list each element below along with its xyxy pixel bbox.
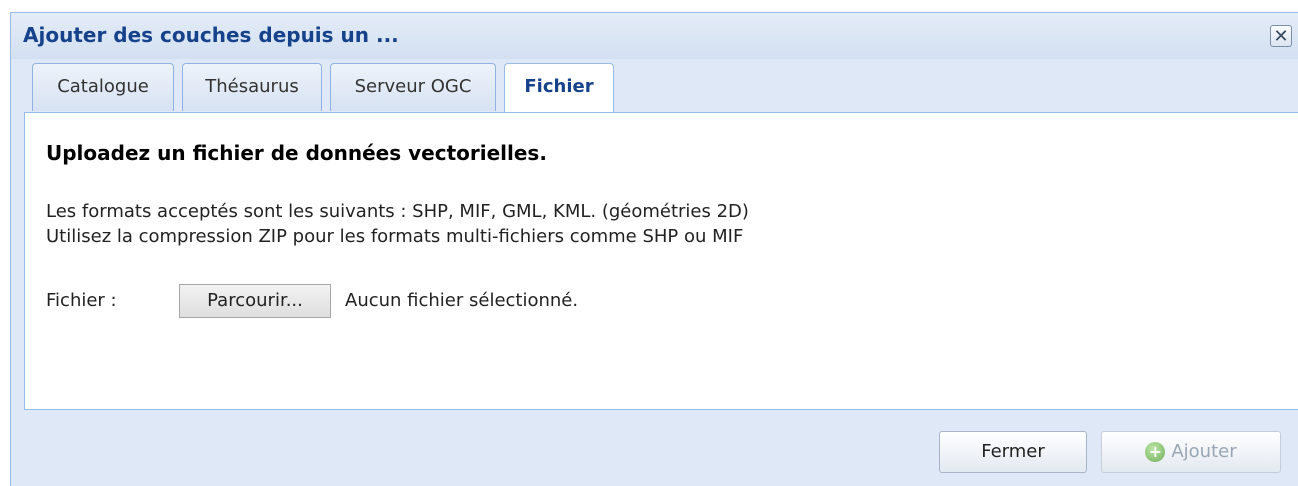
close-icon[interactable]: ✕ [1270,25,1292,47]
add-button-label: Ajouter [1171,441,1237,462]
tab-strip: Catalogue Thésaurus Serveur OGC Fichier [24,63,1298,113]
upload-heading: Uploadez un fichier de données vectoriel… [46,141,547,165]
add-button[interactable]: + Ajouter [1101,431,1281,473]
tab-panel-fichier: Uploadez un fichier de données vectoriel… [24,112,1298,410]
plus-circle-icon: + [1145,442,1166,462]
dialog-window: Ajouter des couches depuis un ... ✕ Cata… [10,12,1298,486]
close-button[interactable]: Fermer [939,431,1087,473]
file-status-text: Aucun fichier sélectionné. [345,290,579,311]
formats-description: Les formats acceptés sont les suivants :… [46,201,749,222]
file-field-label: Fichier : [46,290,117,311]
zip-description: Utilisez la compression ZIP pour les for… [46,226,744,247]
tab-fichier[interactable]: Fichier [504,63,614,113]
browse-button[interactable]: Parcourir... [179,284,331,318]
tab-catalogue[interactable]: Catalogue [32,63,174,111]
tab-serveur-ogc[interactable]: Serveur OGC [330,63,496,111]
dialog-title: Ajouter des couches depuis un ... [23,23,399,47]
dialog-titlebar[interactable]: Ajouter des couches depuis un ... ✕ [11,13,1298,59]
tab-thesaurus[interactable]: Thésaurus [182,63,322,111]
